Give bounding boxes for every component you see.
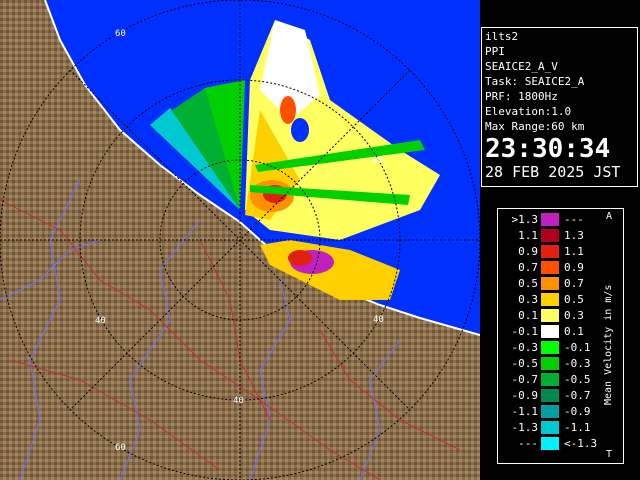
scan-date: 28 FEB 2025 JST [485, 163, 621, 181]
legend-high-value: -0.7 [564, 389, 591, 402]
legend-low-value: 0.9 [518, 245, 538, 258]
legend-high-value: --- [564, 213, 584, 226]
legend-color-swatch [541, 373, 559, 386]
station-name: ilts2 [485, 30, 519, 43]
legend-low-value: 1.1 [518, 229, 538, 242]
legend-color-swatch [541, 213, 559, 226]
legend-low-value: 0.3 [518, 293, 538, 306]
range-label-40-left: 40 [95, 316, 106, 326]
legend-high-value: -1.1 [564, 421, 591, 434]
legend-color-swatch [541, 389, 559, 402]
legend-unit-label: Mean Velocity in m/s [603, 284, 614, 405]
range-label-40-lowright: 40 [373, 315, 384, 325]
prf-value: PRF: 1800Hz [485, 90, 558, 103]
legend-low-value: >1.3 [511, 213, 539, 226]
legend-low-value: -1.3 [511, 421, 539, 434]
legend-color-swatch [541, 341, 559, 354]
legend-high-value: <-1.3 [564, 437, 598, 450]
legend-low-value: -0.7 [511, 373, 539, 386]
legend-color-swatch [541, 437, 559, 450]
legend-high-value: 0.5 [564, 293, 584, 306]
legend-low-value: -0.5 [511, 357, 539, 370]
range-label-60-bottom: 60 [115, 443, 126, 453]
legend-high-value: -0.3 [564, 357, 591, 370]
legend-color-swatch [541, 293, 559, 306]
elevation-value: Elevation:1.0 [485, 105, 572, 118]
legend-color-swatch [541, 261, 559, 274]
legend-color-swatch [541, 277, 559, 290]
legend-low-value: 0.5 [518, 277, 538, 290]
legend-high-value: 1.3 [564, 229, 584, 242]
legend-low-value: -0.3 [511, 341, 539, 354]
legend-color-swatch [541, 309, 559, 322]
product-type: PPI [485, 45, 505, 58]
legend-color-swatch [541, 325, 559, 338]
legend-high-value: 1.1 [564, 245, 584, 258]
volume-name: SEAICE2_A_V [485, 60, 558, 73]
legend-color-swatch [541, 357, 559, 370]
range-label-60-top: 60 [115, 29, 126, 39]
max-range-value: Max Range:60 km [485, 120, 585, 133]
legend-low-value: 0.7 [518, 261, 538, 274]
legend-high-value: -0.1 [564, 341, 591, 354]
range-label-40-bottom: 40 [233, 396, 244, 406]
legend-high-value: -0.5 [564, 373, 591, 386]
legend-color-swatch [541, 245, 559, 258]
velocity-legend: >1.3 --- 1.1 1.3 0.9 1.1 0.7 0.9 0.5 0.7 0.3 0.5 0.1… [497, 208, 624, 464]
task-name: Task: SEAICE2_A [485, 75, 585, 88]
legend-high-value: 0.3 [564, 309, 584, 322]
legend-high-value: 0.1 [564, 325, 584, 338]
legend-color-swatch [541, 229, 559, 242]
radar-ppi-display: 60 40 40 40 40 60 [0, 0, 480, 480]
legend-low-value: 0.1 [518, 309, 538, 322]
legend-color-swatch [541, 421, 559, 434]
legend-low-value: -1.1 [511, 405, 539, 418]
legend-high-value: 0.7 [564, 277, 584, 290]
legend-low-value: -0.1 [511, 325, 539, 338]
legend-high-value: -0.9 [564, 405, 591, 418]
legend-high-value: 0.9 [564, 261, 584, 274]
radar-info-panel: ilts2 PPI SEAICE2_A_V Task: SEAICE2_A PR… [481, 27, 638, 187]
range-label-40-right: 40 [372, 156, 383, 166]
legend-low-value: --- [518, 437, 538, 450]
legend-color-swatch [541, 405, 559, 418]
scan-time: 23:30:34 [485, 134, 611, 164]
legend-low-value: -0.9 [511, 389, 539, 402]
